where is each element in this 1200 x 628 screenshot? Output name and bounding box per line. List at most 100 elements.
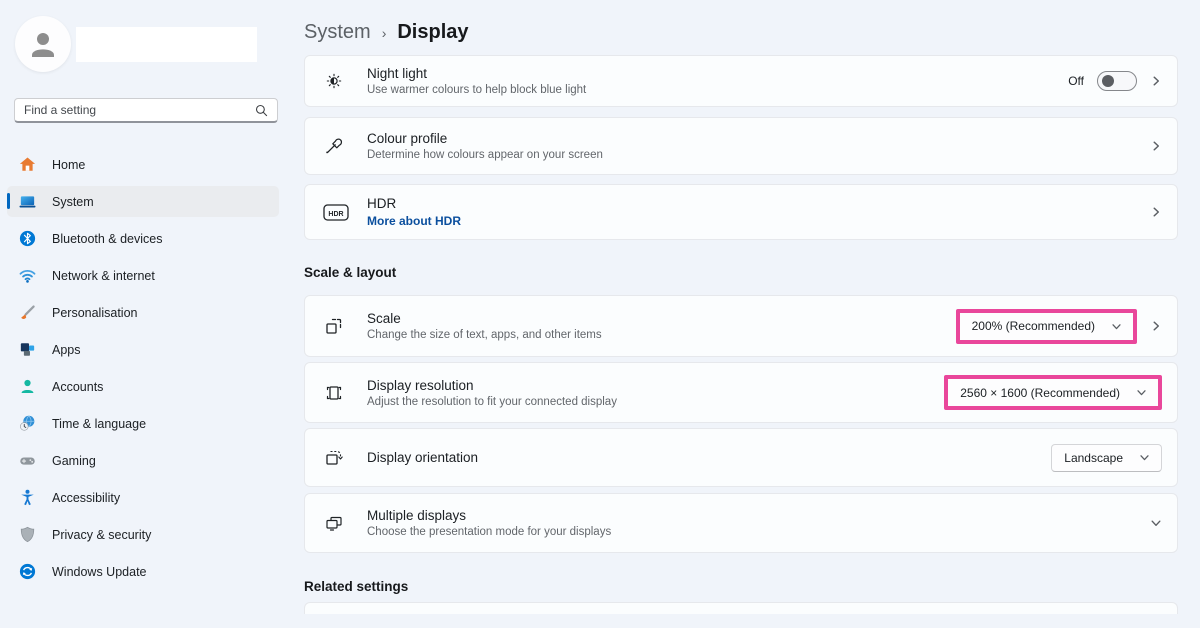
chevron-down-icon [1111,321,1122,332]
search-input[interactable] [24,103,255,117]
chevron-down-icon[interactable] [1150,517,1162,529]
wifi-icon [17,266,37,286]
sidebar-item-label: Accessibility [52,491,120,505]
scale-row[interactable]: Scale Change the size of text, apps, and… [304,295,1178,357]
sidebar-item-label: Apps [52,343,81,357]
selected-accent-bar [7,193,10,209]
paintbrush-icon [17,303,37,323]
sidebar-item-network-internet[interactable]: Network & internet [7,260,279,291]
scale-dropdown-value: 200% (Recommended) [972,319,1095,333]
gamepad-icon [17,451,37,471]
display-resolution-title: Display resolution [367,378,944,393]
person-icon [26,27,60,61]
sidebar-item-label: Accounts [52,380,103,394]
display-resolution-row[interactable]: Display resolution Adjust the resolution… [304,362,1178,423]
sidebar-nav: Home System Bluetooth & devices Net [7,149,279,593]
night-light-title: Night light [367,66,1068,81]
colour-profile-title: Colour profile [367,131,1150,146]
toggle-knob [1102,75,1114,87]
user-name-redacted [76,27,257,62]
breadcrumb: System › Display [304,17,1178,47]
display-orientation-dropdown[interactable]: Landscape [1051,444,1162,472]
colour-profile-subtitle: Determine how colours appear on your scr… [367,149,1150,161]
sidebar-item-system[interactable]: System [7,186,279,217]
multiple-displays-title: Multiple displays [367,508,1150,523]
chevron-right-icon[interactable] [1150,206,1162,218]
svg-text:HDR: HDR [328,210,343,217]
sidebar-item-apps[interactable]: Apps [7,334,279,365]
night-light-row[interactable]: Night light Use warmer colours to help b… [304,55,1178,107]
related-settings-card-partial [304,602,1178,614]
sidebar-item-label: Windows Update [52,565,147,579]
sidebar-item-bluetooth-devices[interactable]: Bluetooth & devices [7,223,279,254]
bluetooth-icon [17,229,37,249]
page-title: Display [397,21,468,44]
search-icon [255,104,268,117]
scale-dropdown[interactable]: 200% (Recommended) [960,313,1133,340]
sidebar-item-personalisation[interactable]: Personalisation [7,297,279,328]
system-icon [17,192,37,212]
more-about-hdr-link[interactable]: More about HDR [367,214,1150,228]
multiple-displays-row[interactable]: Multiple displays Choose the presentatio… [304,493,1178,553]
main-content: System › Display Night light Use warmer … [304,0,1178,614]
chevron-right-icon[interactable] [1150,75,1162,87]
user-avatar[interactable] [15,16,71,72]
sidebar-item-label: Personalisation [52,306,137,320]
display-resolution-subtitle: Adjust the resolution to fit your connec… [367,396,944,408]
update-icon [17,562,37,582]
sidebar-item-label: System [52,195,94,209]
sidebar-item-label: Home [52,158,85,172]
apps-icon [17,340,37,360]
chevron-down-icon [1136,387,1147,398]
sidebar-item-label: Bluetooth & devices [52,232,163,246]
display-orientation-dropdown-value: Landscape [1064,451,1123,465]
sidebar-item-gaming[interactable]: Gaming [7,445,279,476]
sidebar-item-windows-update[interactable]: Windows Update [7,556,279,587]
sidebar-item-label: Time & language [52,417,146,431]
resolution-highlight-box: 2560 × 1600 (Recommended) [944,375,1162,410]
sidebar-item-label: Gaming [52,454,96,468]
multiple-displays-icon [323,512,349,534]
display-resolution-icon [323,382,349,404]
sidebar-item-accessibility[interactable]: Accessibility [7,482,279,513]
accessibility-person-icon [17,488,37,508]
night-light-subtitle: Use warmer colours to help block blue li… [367,84,1068,96]
display-resolution-dropdown-value: 2560 × 1600 (Recommended) [960,386,1120,400]
display-orientation-row[interactable]: Display orientation Landscape [304,428,1178,487]
section-header-scale-layout: Scale & layout [304,265,1178,280]
sidebar-item-label: Privacy & security [52,528,151,542]
section-header-related-settings: Related settings [304,579,1178,594]
chevron-right-icon[interactable] [1150,320,1162,332]
shield-icon [17,525,37,545]
sidebar-item-accounts[interactable]: Accounts [7,371,279,402]
scale-icon [323,315,349,337]
account-person-icon [17,377,37,397]
sidebar: Home System Bluetooth & devices Net [0,0,292,628]
scale-title: Scale [367,311,956,326]
search-box[interactable] [14,98,278,123]
sidebar-item-label: Network & internet [52,269,155,283]
colour-profile-icon [323,135,349,157]
night-light-toggle[interactable] [1097,71,1137,91]
breadcrumb-separator-icon: › [382,25,387,41]
sidebar-item-home[interactable]: Home [7,149,279,180]
sidebar-item-privacy-security[interactable]: Privacy & security [7,519,279,550]
scale-highlight-box: 200% (Recommended) [956,309,1137,344]
multiple-displays-subtitle: Choose the presentation mode for your di… [367,526,1150,538]
home-icon [17,155,37,175]
settings-window: Home System Bluetooth & devices Net [0,0,1200,628]
clock-globe-icon [17,414,37,434]
display-resolution-dropdown[interactable]: 2560 × 1600 (Recommended) [948,379,1158,406]
display-orientation-icon [323,447,349,469]
chevron-down-icon [1139,452,1150,463]
night-light-icon [323,70,349,92]
hdr-title: HDR [367,196,1150,211]
display-orientation-title: Display orientation [367,450,1051,465]
colour-profile-row[interactable]: Colour profile Determine how colours app… [304,117,1178,175]
breadcrumb-parent[interactable]: System [304,21,371,44]
night-light-toggle-label: Off [1068,74,1084,88]
sidebar-item-time-language[interactable]: Time & language [7,408,279,439]
hdr-row[interactable]: HDR HDR More about HDR [304,184,1178,240]
chevron-right-icon[interactable] [1150,140,1162,152]
hdr-icon: HDR [323,204,349,221]
